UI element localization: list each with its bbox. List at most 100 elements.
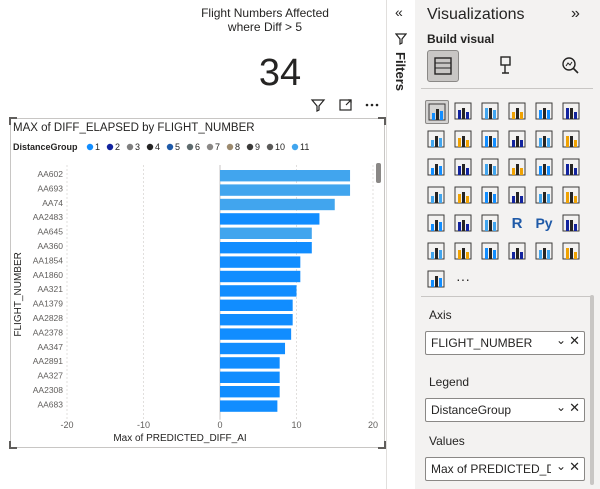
chart-svg: MAX of DIFF_ELAPSED by FLIGHT_NUMBER Dist… xyxy=(13,122,381,444)
chevron-down-icon[interactable]: ⌄ xyxy=(556,459,566,473)
power-automate-icon[interactable] xyxy=(425,268,447,290)
x-tick-label: 20 xyxy=(368,420,378,430)
treemap-icon[interactable] xyxy=(560,156,582,178)
area-chart-icon[interactable] xyxy=(452,128,474,150)
paginated-report-icon[interactable] xyxy=(506,240,528,262)
bar xyxy=(220,285,297,297)
multirow-card-icon[interactable] xyxy=(533,184,555,206)
divider xyxy=(421,296,593,297)
legend-marker xyxy=(206,143,214,151)
pane-scrollbar[interactable] xyxy=(590,295,594,485)
bar xyxy=(220,328,292,340)
y-tick-label: AA1379 xyxy=(33,299,64,309)
bar xyxy=(220,170,351,182)
chevron-down-icon[interactable]: ⌄ xyxy=(556,400,566,414)
kpi-icon[interactable] xyxy=(560,184,582,206)
donut-chart-icon[interactable] xyxy=(533,156,555,178)
visualizations-pane: Visualizations » Build visual R Py ··· Axi… xyxy=(415,0,600,489)
waterfall-chart-icon[interactable] xyxy=(425,156,447,178)
values-label: Values xyxy=(429,434,465,448)
y-axis-title: FLIGHT_NUMBER xyxy=(13,252,24,336)
x-tick-label: -20 xyxy=(60,420,73,430)
chevron-down-icon[interactable]: ⌄ xyxy=(556,333,566,347)
build-visual-tab[interactable] xyxy=(427,50,459,82)
scatter-chart-icon[interactable] xyxy=(479,156,501,178)
legend-marker xyxy=(126,143,134,151)
map-icon[interactable] xyxy=(425,184,447,206)
filters-pane-collapsed[interactable]: « Filters xyxy=(386,0,416,489)
smart-narrative-icon[interactable] xyxy=(479,240,501,262)
decomposition-tree-icon[interactable] xyxy=(425,240,447,262)
stacked-column-chart-icon[interactable] xyxy=(452,100,474,122)
y-tick-label: AA327 xyxy=(37,371,63,381)
legend-marker xyxy=(106,143,114,151)
stacked-bar-chart-icon[interactable] xyxy=(425,100,449,124)
y-tick-label: AA2891 xyxy=(33,356,64,366)
y-tick-label: AA1860 xyxy=(33,270,64,280)
y-tick-label: AA321 xyxy=(37,284,63,294)
qa-icon[interactable] xyxy=(452,240,474,262)
y-tick-label: AA602 xyxy=(37,169,63,179)
slicer-icon[interactable] xyxy=(425,212,447,234)
card-icon[interactable] xyxy=(506,184,528,206)
legend-label: 1 xyxy=(95,142,100,152)
x-tick-label: 10 xyxy=(291,420,301,430)
bar-chart-visual[interactable]: MAX of DIFF_ELAPSED by FLIGHT_NUMBER Dist… xyxy=(9,117,386,449)
diamond-visual-icon[interactable] xyxy=(560,240,582,262)
bar xyxy=(220,198,335,211)
legend-field-well[interactable]: DistanceGroup ⌄ ✕ xyxy=(425,398,585,422)
remove-field-icon[interactable]: ✕ xyxy=(569,400,580,416)
line-chart-icon[interactable] xyxy=(425,128,447,150)
stacked-area-chart-icon[interactable] xyxy=(479,128,501,150)
y-tick-label: AA683 xyxy=(37,399,63,409)
legend-marker xyxy=(266,143,274,151)
pie-chart-icon[interactable] xyxy=(506,156,528,178)
clustered-bar-chart-icon[interactable] xyxy=(479,100,501,122)
legend-label: 2 xyxy=(115,142,120,152)
ribbon-chart-icon[interactable] xyxy=(560,128,582,150)
r-visual-icon[interactable]: R xyxy=(506,212,528,234)
line-clustered-column-icon[interactable] xyxy=(533,128,555,150)
filters-label: Filters xyxy=(393,52,408,92)
filter-pane-icon xyxy=(395,33,407,45)
100pct-bar-chart-icon[interactable] xyxy=(533,100,555,122)
report-canvas: Flight Numbers Affected where Diff > 5 3… xyxy=(0,0,386,489)
legend-label: 10 xyxy=(275,142,285,152)
funnel-chart-icon[interactable] xyxy=(452,156,474,178)
filled-map-icon[interactable] xyxy=(452,184,474,206)
legend-marker xyxy=(291,143,299,151)
matrix-icon[interactable] xyxy=(479,212,501,234)
axis-field-well[interactable]: FLIGHT_NUMBER ⌄ ✕ xyxy=(425,331,585,355)
values-field-well[interactable]: Max of PREDICTED_DI... ⌄ ✕ xyxy=(425,457,585,481)
bar xyxy=(220,357,280,369)
y-tick-label: AA74 xyxy=(42,198,63,208)
y-tick-label: AA2483 xyxy=(33,212,64,222)
clustered-column-chart-icon[interactable] xyxy=(506,100,528,122)
y-tick-label: AA347 xyxy=(37,342,63,352)
format-visual-tab[interactable] xyxy=(491,50,521,80)
visualizations-title: Visualizations xyxy=(427,6,525,23)
card-title: Flight Numbers Affected where Diff > 5 xyxy=(201,6,329,34)
python-visual-icon[interactable]: Py xyxy=(533,212,555,234)
collapse-pane-icon[interactable]: » xyxy=(571,5,580,23)
power-apps-icon[interactable] xyxy=(533,240,555,262)
expand-chevrons-icon[interactable]: « xyxy=(395,4,403,20)
x-tick-label: -10 xyxy=(137,420,150,430)
remove-field-icon[interactable]: ✕ xyxy=(569,459,580,475)
table-icon[interactable] xyxy=(452,212,474,234)
analytics-tab[interactable] xyxy=(555,50,585,80)
legend-label: Legend xyxy=(429,375,470,389)
legend-label: 7 xyxy=(215,142,220,152)
remove-field-icon[interactable]: ✕ xyxy=(569,333,580,349)
more-visuals-icon[interactable]: ··· xyxy=(452,268,474,290)
y-tick-label: AA645 xyxy=(37,227,63,237)
bar xyxy=(220,184,351,196)
gauge-icon[interactable] xyxy=(479,184,501,206)
divider xyxy=(421,88,593,89)
line-column-chart-icon[interactable] xyxy=(506,128,528,150)
100pct-column-chart-icon[interactable] xyxy=(560,100,582,122)
x-axis-title: Max of PREDICTED_DIFF_AI xyxy=(113,433,246,444)
legend-title: DistanceGroup xyxy=(13,142,78,152)
bar xyxy=(220,314,293,326)
key-influencers-icon[interactable] xyxy=(560,212,582,234)
